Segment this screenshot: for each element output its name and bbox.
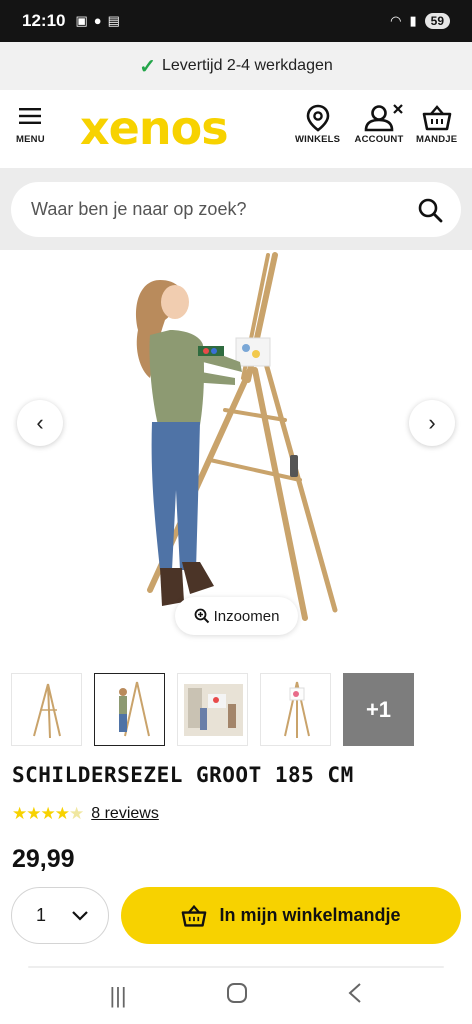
chevron-down-icon <box>72 910 88 921</box>
check-icon: ✓ <box>139 55 156 78</box>
status-time: 12:10 <box>22 11 66 30</box>
product-gallery[interactable]: ‹ › Inzoomen <box>0 250 472 660</box>
account-icon <box>364 104 403 132</box>
menu-button[interactable]: MENU <box>16 104 45 145</box>
thumbnail-1[interactable] <box>11 673 82 746</box>
zoom-in-icon <box>194 608 209 624</box>
delivery-notice-text: Levertijd 2-4 werkdagen <box>162 57 333 74</box>
star-icon: ★ <box>54 804 70 823</box>
search-icon[interactable] <box>417 197 443 223</box>
reviews-link[interactable]: 8 reviews <box>91 805 159 823</box>
status-icons: ▣ ● ▤ <box>75 13 119 29</box>
product-rating: ★★★★★ 8 reviews <box>12 804 159 824</box>
product-price: 29,99 <box>12 845 75 873</box>
star-half-icon: ★ <box>69 804 84 823</box>
home-icon[interactable] <box>226 982 248 1010</box>
quantity-value: 1 <box>36 905 47 925</box>
menu-label: MENU <box>16 134 45 145</box>
thumbnail-image <box>33 683 61 739</box>
thumbnail-more[interactable]: +1 <box>343 673 414 746</box>
hamburger-icon <box>19 108 42 124</box>
thumbnail-image <box>119 681 150 737</box>
zoom-label: Inzoomen <box>213 607 280 625</box>
calendar-icon: ▤ <box>107 13 120 28</box>
location-pin-icon <box>306 104 329 132</box>
basket-icon <box>182 904 207 927</box>
add-to-cart-label: In mijn winkelmandje <box>219 905 401 925</box>
gallery-prev-button[interactable]: ‹ <box>17 400 63 446</box>
account-button[interactable]: ACCOUNT <box>354 104 404 145</box>
chevron-left-icon: ‹ <box>36 410 44 435</box>
notification-icon: ● <box>93 13 102 28</box>
stores-label: WINKELS <box>295 134 341 145</box>
zoom-button[interactable]: Inzoomen <box>175 597 298 635</box>
rating-stars: ★★★★★ <box>12 804 84 824</box>
wifi-icon: ◠ <box>390 13 402 28</box>
thumbnail-3[interactable] <box>177 673 248 746</box>
thumbnail-2[interactable] <box>94 673 165 746</box>
thumbnail-strip: +1 <box>11 673 414 746</box>
more-images-count: +1 <box>365 696 392 722</box>
search-band <box>0 168 472 250</box>
signal-icon: ▮ <box>409 13 417 28</box>
star-icon: ★ <box>26 804 41 823</box>
recent-apps-icon[interactable]: ||| <box>109 983 126 1009</box>
star-icon: ★ <box>12 804 27 823</box>
thumbnail-image <box>184 684 243 736</box>
basket-icon <box>422 105 451 131</box>
cart-button[interactable]: MANDJE <box>416 104 457 145</box>
thumbnail-4[interactable] <box>260 673 331 746</box>
star-icon: ★ <box>40 804 56 823</box>
delivery-notice: ✓ Levertijd 2-4 werkdagen <box>0 42 472 90</box>
xenos-logo[interactable]: xenos <box>80 105 229 151</box>
screenshot-icon: ▣ <box>75 13 88 28</box>
search-bar <box>11 182 461 237</box>
thumbnail-image <box>284 681 310 738</box>
search-input[interactable] <box>31 199 417 220</box>
back-icon[interactable] <box>347 982 363 1010</box>
cart-label: MANDJE <box>416 134 458 145</box>
account-label: ACCOUNT <box>354 134 404 145</box>
stores-button[interactable]: WINKELS <box>295 104 340 145</box>
product-title: SCHILDERSEZEL GROOT 185 CM <box>12 763 354 787</box>
quantity-select[interactable]: 1 <box>11 887 109 944</box>
system-nav-bar: ||| <box>0 968 472 1024</box>
status-bar: 12:10 ▣ ● ▤ ◠ ▮ 59 <box>0 0 472 42</box>
chevron-right-icon: › <box>428 410 436 435</box>
battery-icon: 59 <box>424 13 450 29</box>
site-header: MENU xenos WINKELS ACCOUNT MANDJE <box>0 90 472 168</box>
status-right: ◠ ▮ 59 <box>390 13 450 29</box>
gallery-next-button[interactable]: › <box>409 400 455 446</box>
add-to-cart-button[interactable]: In mijn winkelmandje <box>121 887 461 944</box>
